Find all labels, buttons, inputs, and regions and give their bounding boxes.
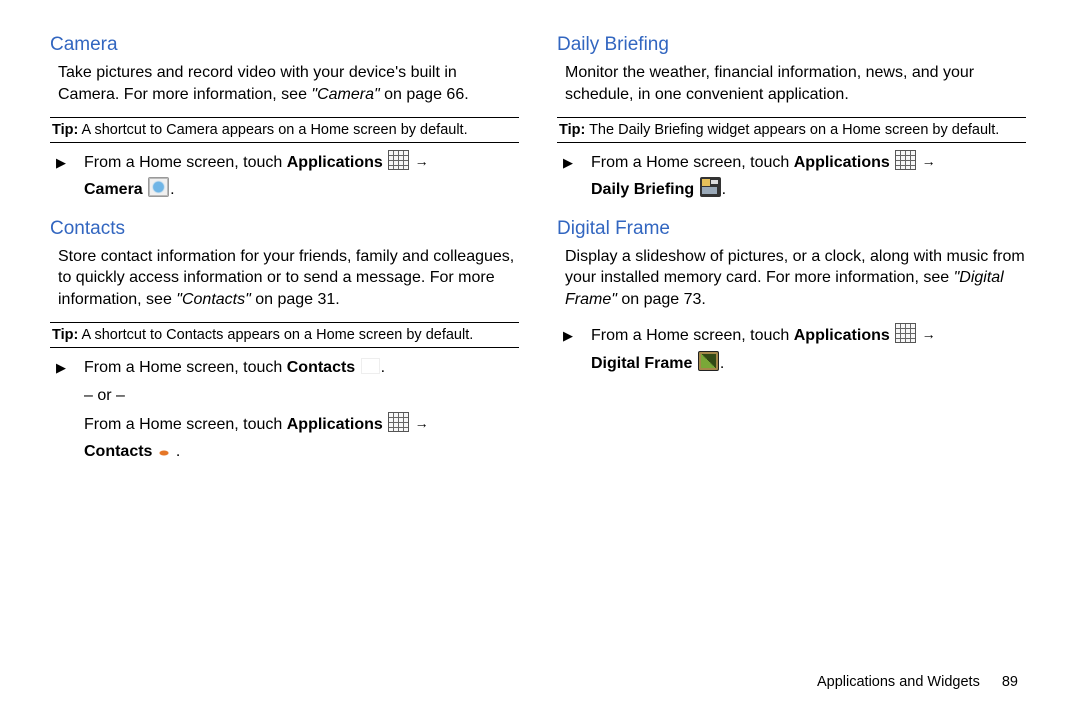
- camera-icon: [148, 177, 169, 197]
- frame-step: ▶ From a Home screen, touch Applications…: [591, 322, 1026, 376]
- arrow-right-icon: →: [922, 323, 936, 347]
- divider: [557, 117, 1026, 118]
- play-bullet-icon: ▶: [563, 152, 573, 174]
- period: .: [722, 181, 726, 198]
- tip-label: Tip:: [559, 122, 585, 138]
- footer-page-number: 89: [1002, 674, 1018, 690]
- section-daily-briefing: Daily Briefing Monitor the weather, fina…: [557, 34, 1026, 204]
- briefing-tip: Tip: The Daily Briefing widget appears o…: [557, 122, 1026, 140]
- section-camera: Camera Take pictures and record video wi…: [50, 34, 519, 204]
- manual-page: Camera Take pictures and record video wi…: [0, 0, 1080, 720]
- play-bullet-icon: ▶: [56, 152, 66, 174]
- step-apps-label: Applications: [794, 327, 890, 344]
- footer-section: Applications and Widgets: [817, 674, 980, 690]
- step-text-pre: From a Home screen, touch: [84, 154, 287, 171]
- section-contacts: Contacts Store contact information for y…: [50, 218, 519, 466]
- play-bullet-icon: ▶: [563, 325, 573, 347]
- heading-camera: Camera: [50, 34, 519, 56]
- divider: [50, 117, 519, 118]
- arrow-right-icon: →: [415, 150, 429, 174]
- divider: [557, 142, 1026, 143]
- step-text-pre: From a Home screen, touch: [591, 154, 794, 171]
- arrow-right-icon: →: [922, 150, 936, 174]
- camera-tip: Tip: A shortcut to Camera appears on a H…: [50, 122, 519, 140]
- contacts-tip: Tip: A shortcut to Contacts appears on a…: [50, 327, 519, 345]
- heading-digital-frame: Digital Frame: [557, 218, 1026, 240]
- heading-contacts: Contacts: [50, 218, 519, 240]
- applications-grid-icon: [895, 323, 916, 343]
- step-app-label: Contacts: [84, 443, 152, 460]
- tip-label: Tip:: [52, 122, 78, 138]
- step-text-pre: From a Home screen, touch: [84, 359, 287, 376]
- applications-grid-icon: [388, 412, 409, 432]
- divider: [50, 347, 519, 348]
- briefing-step: ▶ From a Home screen, touch Applications…: [591, 149, 1026, 203]
- step-text-pre: From a Home screen, touch: [84, 416, 287, 433]
- period: .: [381, 359, 385, 376]
- camera-step: ▶ From a Home screen, touch Applications…: [84, 149, 519, 203]
- contacts-crossref: "Contacts": [176, 291, 251, 308]
- divider: [50, 322, 519, 323]
- applications-grid-icon: [388, 150, 409, 170]
- frame-body-post: on page 73.: [617, 291, 706, 308]
- or-text: – or –: [84, 382, 519, 409]
- camera-crossref: "Camera": [311, 86, 379, 103]
- step-app-label: Daily Briefing: [591, 181, 694, 198]
- step-app-label: Contacts: [287, 359, 355, 376]
- camera-body: Take pictures and record video with your…: [58, 62, 519, 105]
- step-apps-label: Applications: [287, 416, 383, 433]
- period: .: [170, 181, 174, 198]
- step-apps-label: Applications: [794, 154, 890, 171]
- contacts-icon: [361, 358, 380, 374]
- step-app-label: Digital Frame: [591, 355, 692, 372]
- camera-body-post: on page 66.: [380, 86, 469, 103]
- section-digital-frame: Digital Frame Display a slideshow of pic…: [557, 218, 1026, 377]
- digital-frame-icon: [698, 351, 719, 371]
- contacts-icon: [158, 445, 175, 457]
- left-column: Camera Take pictures and record video wi…: [50, 34, 519, 720]
- step-app-label: Camera: [84, 181, 143, 198]
- contacts-step: ▶ From a Home screen, touch Contacts . –…: [84, 354, 519, 465]
- briefing-body: Monitor the weather, financial informati…: [565, 62, 1026, 105]
- play-bullet-icon: ▶: [56, 357, 66, 379]
- contacts-body: Store contact information for your frien…: [58, 246, 519, 311]
- tip-text: The Daily Briefing widget appears on a H…: [585, 122, 999, 138]
- tip-label: Tip:: [52, 327, 78, 343]
- arrow-right-icon: →: [415, 412, 429, 436]
- period: .: [176, 443, 180, 460]
- step-apps-label: Applications: [287, 154, 383, 171]
- divider: [50, 142, 519, 143]
- right-column: Daily Briefing Monitor the weather, fina…: [557, 34, 1026, 720]
- heading-daily-briefing: Daily Briefing: [557, 34, 1026, 56]
- daily-briefing-icon: [700, 177, 721, 197]
- applications-grid-icon: [895, 150, 916, 170]
- period: .: [720, 355, 724, 372]
- tip-text: A shortcut to Camera appears on a Home s…: [78, 122, 467, 138]
- step-text-pre: From a Home screen, touch: [591, 327, 794, 344]
- contacts-body-post: on page 31.: [251, 291, 340, 308]
- tip-text: A shortcut to Contacts appears on a Home…: [78, 327, 473, 343]
- frame-body: Display a slideshow of pictures, or a cl…: [565, 246, 1026, 311]
- page-footer: Applications and Widgets 89: [817, 674, 1018, 690]
